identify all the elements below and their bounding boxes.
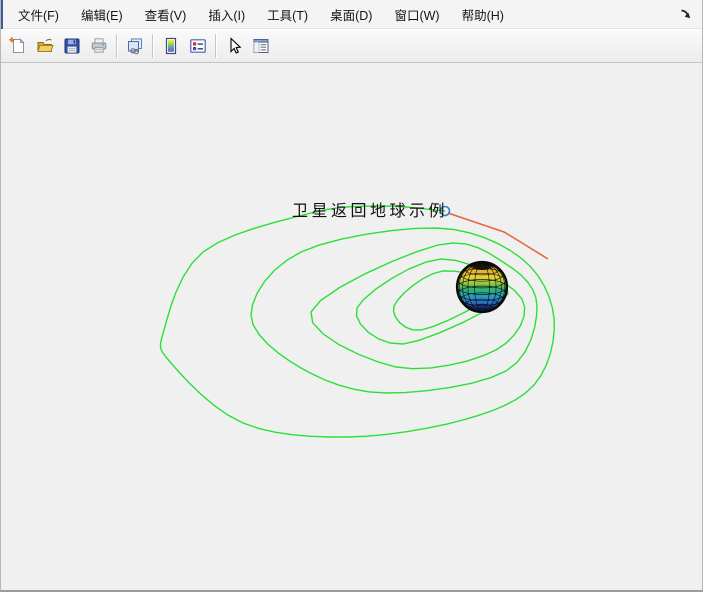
new-figure-icon xyxy=(7,36,25,53)
new-figure-button[interactable] xyxy=(4,33,31,60)
insert-colorbar-button[interactable] xyxy=(157,33,184,60)
menu-file[interactable]: 文件(F) xyxy=(7,0,70,29)
menu-view[interactable]: 查看(V) xyxy=(134,0,198,29)
menu-bar: 文件(F) 编辑(E) 查看(V) 插入(I) 工具(T) 桌面(D) 窗口(W… xyxy=(1,0,702,29)
return-trajectory-line xyxy=(447,212,549,260)
save-icon xyxy=(64,38,79,54)
edit-plot-button[interactable] xyxy=(220,33,247,60)
window-accent-edge xyxy=(1,0,3,29)
toolbar-separator xyxy=(116,34,117,58)
plot-title: 卫星返回地球示例 xyxy=(292,203,449,220)
figure-toolbar xyxy=(1,29,702,63)
open-file-button[interactable] xyxy=(31,33,58,60)
colorbar-icon xyxy=(165,37,176,55)
plot-browser-icon xyxy=(253,39,268,53)
dock-figure-button[interactable] xyxy=(677,5,695,23)
toolbar-separator xyxy=(215,34,216,58)
print-icon xyxy=(91,38,106,53)
cursor-arrow-icon xyxy=(229,37,241,54)
menu-help[interactable]: 帮助(H) xyxy=(451,0,515,29)
menu-edit[interactable]: 编辑(E) xyxy=(70,0,134,29)
menu-window[interactable]: 窗口(W) xyxy=(383,0,450,29)
menu-desktop[interactable]: 桌面(D) xyxy=(319,0,383,29)
insert-legend-button[interactable] xyxy=(184,33,211,60)
open-folder-icon xyxy=(36,38,54,52)
print-figure-button[interactable] xyxy=(85,33,112,60)
link-plot-icon xyxy=(127,38,142,55)
menu-tools[interactable]: 工具(T) xyxy=(256,0,319,29)
figure-canvas-svg xyxy=(159,205,556,438)
orbit-spiral-line xyxy=(159,205,556,438)
legend-icon xyxy=(189,39,206,53)
matlab-figure-window: 文件(F) 编辑(E) 查看(V) 插入(I) 工具(T) 桌面(D) 窗口(W… xyxy=(0,0,703,592)
toolbar-separator xyxy=(152,34,153,58)
save-figure-button[interactable] xyxy=(58,33,85,60)
dock-arrow-icon xyxy=(680,9,690,18)
plot-browser-button[interactable] xyxy=(247,33,274,60)
earth-globe xyxy=(455,260,509,314)
link-plot-button[interactable] xyxy=(121,33,148,60)
plot-canvas: 卫星返回地球示例 xyxy=(1,64,702,590)
menu-insert[interactable]: 插入(I) xyxy=(197,0,256,29)
